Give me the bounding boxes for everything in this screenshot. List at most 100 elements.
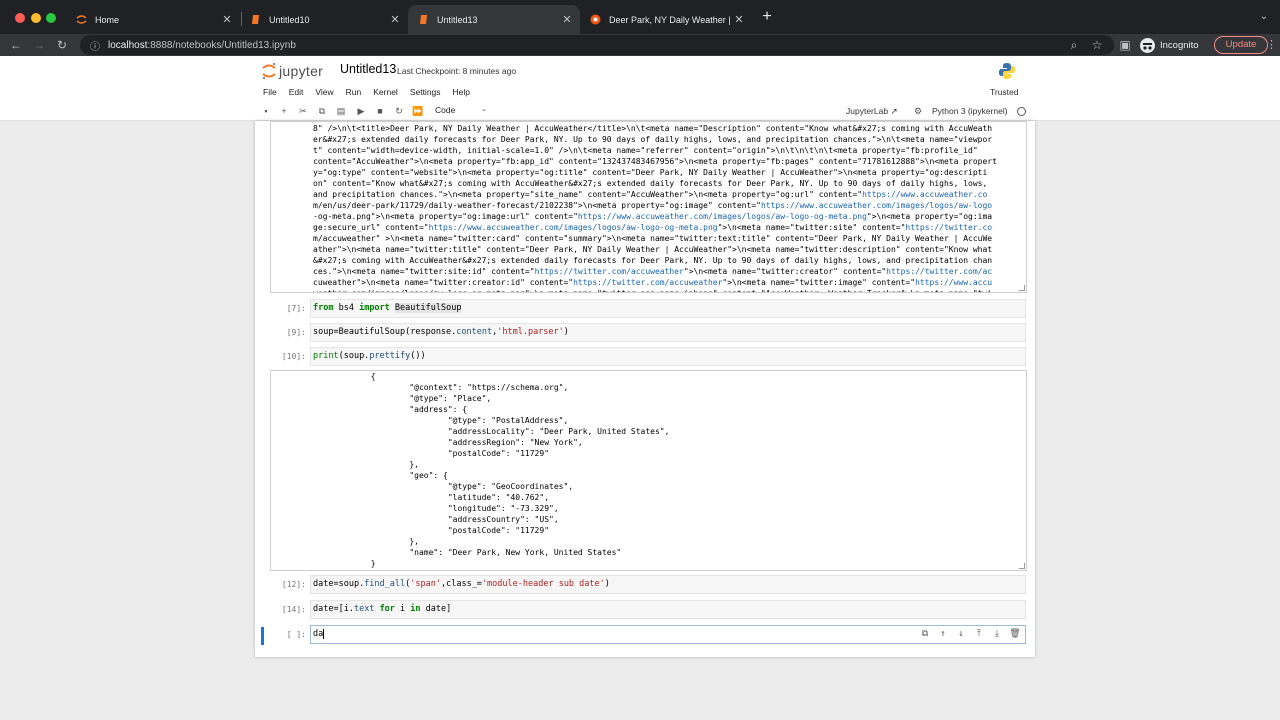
output-line: "addressCountry": "US", xyxy=(313,515,559,524)
url-link[interactable]: https://www.accuweather.com/images/logos… xyxy=(578,212,867,221)
output-fragment: content="AccuWeather">\n<meta property="… xyxy=(313,157,997,166)
interrupt-icon[interactable]: ■ xyxy=(374,105,386,117)
url-link[interactable]: https://twitter.co xyxy=(905,223,992,232)
close-tab-icon[interactable]: ✕ xyxy=(732,13,746,26)
zoom-icon[interactable]: ⌕ xyxy=(1066,37,1082,53)
notebook-area: 8" />\n\t<title>Deer Park, NY Daily Weat… xyxy=(0,121,1280,720)
jupyter-icon xyxy=(76,14,87,25)
site-info-icon[interactable]: ⓘ xyxy=(88,38,102,53)
url-link[interactable]: https://twitter.com/ac xyxy=(886,267,992,276)
output-fragment: -og-meta.png">\n<meta property="og:image… xyxy=(313,212,578,221)
output-line: y="og:type" content="website">\n<meta pr… xyxy=(313,167,997,178)
run-icon[interactable]: ▶ xyxy=(355,105,367,117)
output-line: content="AccuWeather">\n<meta property="… xyxy=(313,156,997,167)
restart-icon[interactable]: ↻ xyxy=(393,105,405,117)
code-cell[interactable]: date=soup.find_all('span',class_='module… xyxy=(310,575,1026,594)
back-icon[interactable]: ← xyxy=(8,37,24,53)
menu-edit[interactable]: Edit xyxy=(289,87,304,97)
insert-above-icon[interactable]: ⤒ xyxy=(973,628,985,640)
jupyter-logo[interactable]: jupyter xyxy=(262,61,323,81)
side-panel-icon[interactable]: ▣ xyxy=(1117,37,1133,53)
kernel-name[interactable]: Python 3 (ipykernel) xyxy=(932,106,1008,116)
code-cell[interactable]: soup=BeautifulSoup(response.content,'htm… xyxy=(310,323,1026,342)
delete-cell-icon[interactable]: 🗑 xyxy=(1009,628,1021,640)
output-line: ather">\n<meta name="twitter:title" cont… xyxy=(313,244,997,255)
menu-kernel[interactable]: Kernel xyxy=(373,87,398,97)
insert-below-icon[interactable]: ⤓ xyxy=(991,628,1003,640)
move-up-icon[interactable]: ↑ xyxy=(937,628,949,640)
add-cell-icon[interactable]: + xyxy=(278,105,290,117)
save-icon[interactable]: ▪ xyxy=(260,105,272,117)
code-cell[interactable]: date=[i.text for i in date] xyxy=(310,600,1026,619)
menu-settings[interactable]: Settings xyxy=(410,87,441,97)
tab-home[interactable]: Home ✕ xyxy=(66,5,240,34)
output-fragment: ather">\n<meta name="twitter:title" cont… xyxy=(313,245,993,254)
close-window-button[interactable] xyxy=(15,13,25,23)
tab-strip: Home ✕ Untitled10 ✕ Untitled13 ✕ Deer Pa… xyxy=(0,0,1280,34)
close-tab-icon[interactable]: ✕ xyxy=(560,13,574,26)
menu-run[interactable]: Run xyxy=(346,87,362,97)
reload-icon[interactable]: ↻ xyxy=(54,37,70,53)
menu-help[interactable]: Help xyxy=(453,87,470,97)
cut-icon[interactable]: ✂ xyxy=(297,105,309,117)
output-fragment: &#x27;s coming with AccuWeather&#x27;s e… xyxy=(313,256,993,265)
tab-search-icon[interactable]: ⌄ xyxy=(1258,11,1270,23)
code-cell[interactable]: from bs4 import BeautifulSoup xyxy=(310,299,1026,318)
move-down-icon[interactable]: ↓ xyxy=(955,628,967,640)
restart-run-all-icon[interactable]: ⏩ xyxy=(412,105,424,117)
duplicate-cell-icon[interactable]: ⧉ xyxy=(919,628,931,640)
output-area-html[interactable]: 8" />\n\t<title>Deer Park, NY Daily Weat… xyxy=(270,121,1027,293)
tab-accuweather[interactable]: Deer Park, NY Daily Weather | Ac ✕ xyxy=(580,5,752,34)
url-link[interactable]: https://twitter.com/accuweather xyxy=(573,278,722,287)
menu-view[interactable]: View xyxy=(315,87,333,97)
minimize-window-button[interactable] xyxy=(31,13,41,23)
forward-icon[interactable]: → xyxy=(31,37,47,53)
kernel-status-icon xyxy=(1017,107,1026,116)
output-line: &#x27;s coming with AccuWeather&#x27;s e… xyxy=(313,255,997,266)
copy-icon[interactable]: ⧉ xyxy=(316,105,328,117)
url-link[interactable]: https://www.accuweather.co xyxy=(862,190,987,199)
output-line: }, xyxy=(313,460,419,469)
output-area-print[interactable]: { "@context": "https://schema.org", "@ty… xyxy=(270,370,1027,571)
cell-input[interactable]: da xyxy=(313,629,323,639)
url-link[interactable]: https://www.accuweather.com/images/logos… xyxy=(761,201,992,210)
close-tab-icon[interactable]: ✕ xyxy=(388,13,402,26)
browser-menu-icon[interactable]: ⋮ xyxy=(1266,37,1277,53)
notebook-icon xyxy=(418,14,429,25)
tab-untitled13[interactable]: Untitled13 ✕ xyxy=(408,5,580,34)
resize-handle[interactable] xyxy=(1019,563,1025,569)
active-code-cell[interactable]: da ⧉ ↑ ↓ ⤒ ⤓ 🗑 xyxy=(310,625,1026,644)
jupyterlab-label: JupyterLab xyxy=(846,106,889,116)
resize-handle[interactable] xyxy=(1019,285,1025,291)
gear-icon[interactable]: ⚙ xyxy=(912,105,924,117)
bookmark-star-icon[interactable]: ☆ xyxy=(1089,37,1105,53)
paste-icon[interactable]: ▤ xyxy=(335,105,347,117)
tab-untitled10[interactable]: Untitled10 ✕ xyxy=(240,5,408,34)
browser-toolbar: ← → ↻ ⓘ localhost:8888/notebooks/Untitle… xyxy=(0,34,1280,56)
notebook-title[interactable]: Untitled13 xyxy=(340,62,396,76)
output-line: "name": "Deer Park, New York, United Sta… xyxy=(313,548,622,557)
url-link[interactable]: https://www.accu xyxy=(915,278,992,287)
incognito-label: Incognito xyxy=(1160,39,1199,51)
menu-file[interactable]: File xyxy=(263,87,277,97)
output-line: "postalCode": "11729" xyxy=(313,449,550,458)
code-cell[interactable]: print(soup.prettify()) xyxy=(310,347,1026,366)
address-bar[interactable]: ⓘ localhost:8888/notebooks/Untitled13.ip… xyxy=(80,35,1114,55)
incognito-indicator[interactable]: Incognito xyxy=(1140,37,1199,53)
cell-prompt: [10]: xyxy=(281,352,306,361)
output-line: "@context": "https://schema.org", xyxy=(313,383,569,392)
new-tab-button[interactable]: + xyxy=(759,9,775,25)
update-button[interactable]: Update xyxy=(1214,36,1268,54)
output-fragment: ge:secure_url" content=" xyxy=(313,223,429,232)
close-tab-icon[interactable]: ✕ xyxy=(220,13,234,26)
maximize-window-button[interactable] xyxy=(46,13,56,23)
jupyterlab-link[interactable]: JupyterLab ↗ xyxy=(846,106,898,117)
url-link[interactable]: https://twitter.com/accuweather xyxy=(535,267,684,276)
url-link[interactable]: https://www.accuweather.com/images/logos… xyxy=(429,223,718,232)
output-line: "postalCode": "11729" xyxy=(313,526,550,535)
trusted-indicator[interactable]: Trusted xyxy=(990,87,1019,97)
output-text: { "@context": "https://schema.org", "@ty… xyxy=(313,371,670,569)
python-logo-icon xyxy=(999,63,1015,79)
output-line: } xyxy=(313,559,376,568)
cell-type-select[interactable]: Code ⌄ xyxy=(435,105,487,115)
